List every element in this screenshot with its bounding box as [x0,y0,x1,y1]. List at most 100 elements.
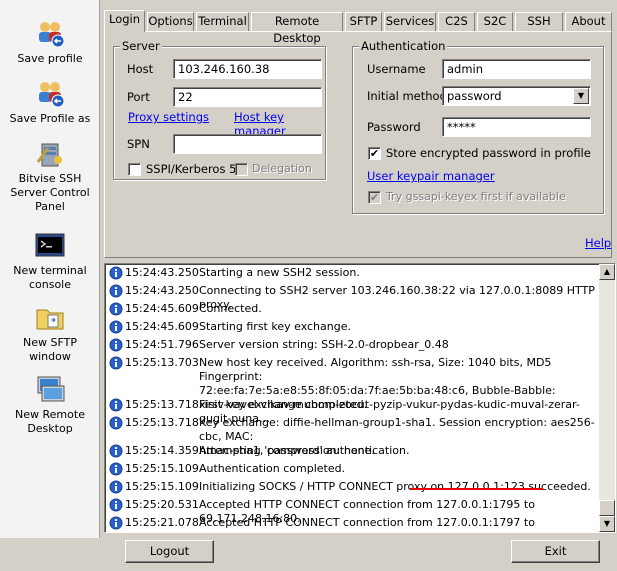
log-time: 15:24:43.250 [125,266,199,279]
delegation-checkbox [235,163,248,176]
host-input[interactable] [173,59,322,79]
log-time: 15:25:13.718 [125,398,199,411]
sspi-kerberos-label: SSPI/Kerberos 5 [146,162,237,176]
proxy-settings-link[interactable]: Proxy settings [128,110,209,124]
initial-method-value: password [447,89,502,103]
new-sftp-window-button[interactable]: New SFTP window [0,302,100,364]
info-icon [109,516,123,530]
host-label: Host [127,62,154,76]
log-message: Connected. [199,302,262,315]
help-link[interactable]: Help [585,236,611,250]
authentication-group: Authentication Username Initial method p… [352,39,604,214]
info-icon [109,320,123,334]
new-terminal-console-button[interactable]: New terminal console [0,230,100,292]
initial-method-select[interactable]: password ▼ [442,86,591,106]
highlight-underline [410,488,543,490]
new-terminal-label: New terminal console [13,264,87,291]
log-time: 15:24:45.609 [125,302,199,315]
log-message: Starting a new SSH2 session. [199,266,360,279]
store-password-checkbox[interactable]: ✔ [368,147,381,160]
scroll-thumb[interactable] [599,500,615,516]
info-icon [109,338,123,352]
gssapi-keyex-checkbox: ✔ [368,191,381,204]
info-icon [109,356,123,370]
sidebar: Save profile Save Profile as Bitvise SSH… [0,0,100,538]
store-password-label: Store encrypted password in profile [386,146,591,160]
username-label: Username [367,62,426,76]
log-time: 15:25:20.531 [125,498,199,511]
log-message: Authentication completed. [199,462,346,475]
sspi-kerberos-checkbox[interactable] [128,163,141,176]
login-panel: Server Host Port Proxy settings Host key… [104,31,612,258]
log-time: 15:24:43.250 [125,284,199,297]
info-icon [109,462,123,476]
save-profile-as-icon [39,82,65,108]
log-time: 15:25:15.109 [125,480,199,493]
log-time: 15:25:14.359 [125,444,199,457]
server-group-title: Server [120,39,162,53]
log-time: 15:25:13.703 [125,356,199,369]
info-icon [109,266,123,280]
log-time: 15:24:51.796 [125,338,199,351]
log-message: Server version string: SSH-2.0-dropbear_… [199,338,449,351]
log-message: Starting first key exchange. [199,320,351,333]
tab-ssh[interactable]: SSH [515,12,563,31]
save-profile-label: Save profile [17,52,83,65]
new-remote-desktop-button[interactable]: New Remote Desktop [0,374,100,436]
logout-button[interactable]: Logout [125,540,214,563]
save-profile-as-button[interactable]: Save Profile as [0,78,100,126]
tab-s2c[interactable]: S2C [477,12,513,31]
tab-options[interactable]: Options [147,12,194,31]
tab-login[interactable]: Login [104,10,145,32]
spn-label: SPN [127,137,150,151]
exit-button[interactable]: Exit [511,540,600,563]
log-message: Initializing SOCKS / HTTP CONNECT proxy … [199,480,591,493]
tab-terminal[interactable]: Terminal [196,12,249,31]
log-scrollbar[interactable]: ▲ ▼ [599,264,615,532]
info-icon [109,302,123,316]
scroll-down-icon[interactable]: ▼ [599,516,615,532]
server-group: Server Host Port Proxy settings Host key… [113,39,326,180]
user-keypair-manager-link[interactable]: User keypair manager [367,169,495,183]
info-icon [109,480,123,494]
log-panel[interactable]: 15:24:43.250 Starting a new SSH2 session.… [104,263,616,533]
port-input[interactable] [173,87,322,107]
port-label: Port [127,90,150,104]
password-label: Password [367,120,421,134]
scroll-up-icon[interactable]: ▲ [599,264,615,280]
password-input[interactable] [442,117,591,137]
tab-about[interactable]: About [565,12,612,31]
log-message: Accepted HTTP CONNECT connection from 12… [199,516,535,532]
info-icon [109,284,123,298]
spn-input[interactable] [173,134,322,154]
log-time: 15:25:13.718 [125,416,199,429]
save-profile-icon [39,22,65,48]
delegation-label: Delegation [252,162,312,175]
server-control-panel-icon [36,143,62,167]
initial-method-label: Initial method [367,89,447,103]
username-input[interactable] [442,59,591,79]
remote-desktop-icon [37,376,65,402]
log-time: 15:25:21.078 [125,516,199,529]
chevron-down-icon[interactable]: ▼ [573,88,589,104]
authentication-group-title: Authentication [359,39,448,53]
tab-sftp[interactable]: SFTP [345,12,382,31]
log-time: 15:25:15.109 [125,462,199,475]
save-profile-button[interactable]: Save profile [0,18,100,66]
log-message: First key exchange completed. [199,398,368,411]
server-control-panel-label: Bitvise SSH Server Control Panel [10,172,90,213]
log-time: 15:24:45.609 [125,320,199,333]
info-icon [109,416,123,430]
sftp-window-icon [36,309,64,330]
server-control-panel-button[interactable]: Bitvise SSH Server Control Panel [0,138,100,214]
tab-remote-desktop[interactable]: Remote Desktop [251,12,343,45]
save-profile-as-label: Save Profile as [9,112,91,125]
info-icon [109,498,123,512]
terminal-console-icon [35,233,65,257]
new-sftp-label: New SFTP window [23,336,77,363]
gssapi-keyex-label: Try gssapi-keyex first if available [386,190,566,203]
info-icon [109,444,123,458]
new-remote-desktop-label: New Remote Desktop [15,408,85,435]
tab-c2s[interactable]: C2S [438,12,475,31]
tab-services[interactable]: Services [384,12,436,31]
